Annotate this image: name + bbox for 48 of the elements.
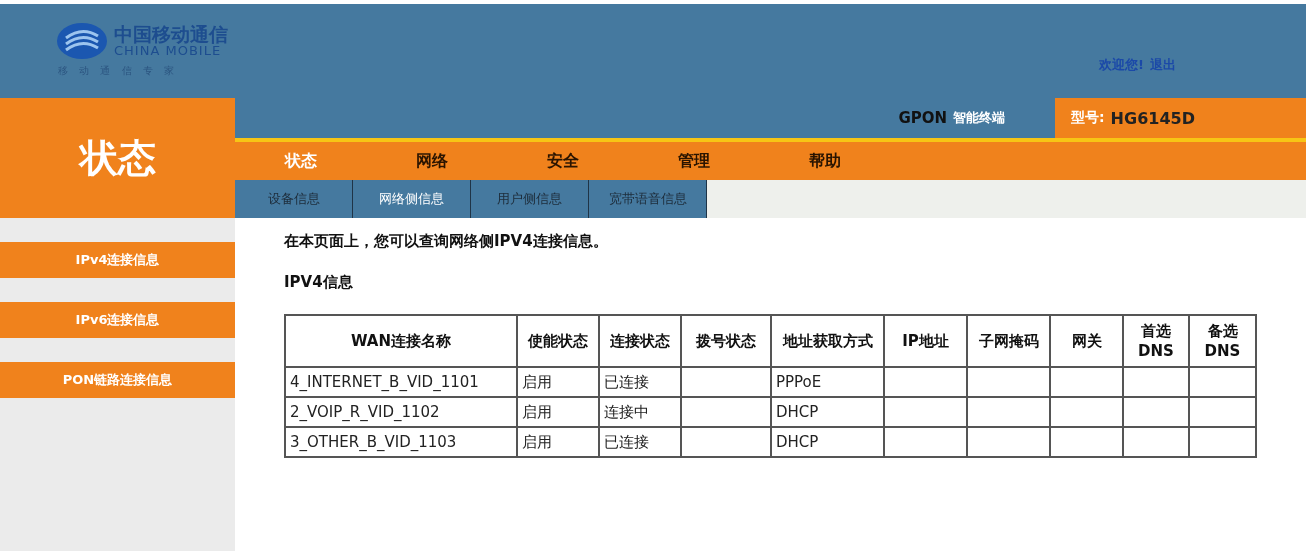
table-cell: 连接中 <box>599 397 681 427</box>
table-cell: 启用 <box>517 367 599 397</box>
nav-tab[interactable]: 管理 <box>628 142 759 180</box>
nav-tab[interactable]: 状态 <box>235 142 366 180</box>
intro-text: 在本页面上，您可以查询网络侧IPV4连接信息。 <box>284 232 609 251</box>
column-header: 地址获取方式 <box>771 315 884 367</box>
table-cell: DHCP <box>771 397 884 427</box>
table-cell <box>1123 397 1189 427</box>
sub-tab[interactable]: 宽带语音信息 <box>589 180 707 218</box>
table-cell: 已连接 <box>599 427 681 457</box>
table-cell <box>1189 367 1256 397</box>
model-label: 型号: <box>1071 109 1105 127</box>
table-cell: 启用 <box>517 427 599 457</box>
table-title: IPV4信息 <box>284 273 354 292</box>
table-cell <box>1189 427 1256 457</box>
table-cell <box>1189 397 1256 427</box>
table-cell <box>1123 427 1189 457</box>
product-type: GPON <box>898 109 947 127</box>
table-cell <box>1123 367 1189 397</box>
nav-tab[interactable]: 帮助 <box>759 142 890 180</box>
sidebar-item[interactable]: IPv6连接信息 <box>0 302 235 338</box>
column-header: 子网掩码 <box>967 315 1050 367</box>
column-header: 连接状态 <box>599 315 681 367</box>
column-header: 备选 DNS <box>1189 315 1256 367</box>
model-value: HG6145D <box>1110 108 1195 128</box>
table-cell: 3_OTHER_B_VID_1103 <box>285 427 517 457</box>
table-cell: DHCP <box>771 427 884 457</box>
table-cell: 2_VOIP_R_VID_1102 <box>285 397 517 427</box>
table-cell: 4_INTERNET_B_VID_1101 <box>285 367 517 397</box>
column-header: 拨号状态 <box>681 315 771 367</box>
sub-tab[interactable]: 网络侧信息 <box>353 180 471 218</box>
table-cell: PPPoE <box>771 367 884 397</box>
column-header: 首选 DNS <box>1123 315 1189 367</box>
table-cell: 启用 <box>517 397 599 427</box>
section-title: 状态 <box>0 98 235 218</box>
column-header: 使能状态 <box>517 315 599 367</box>
sidebar-item[interactable]: IPv4连接信息 <box>0 242 235 278</box>
sub-tab[interactable]: 用户侧信息 <box>471 180 589 218</box>
sub-tab[interactable]: 设备信息 <box>235 180 353 218</box>
table-cell: 已连接 <box>599 367 681 397</box>
column-header: 网关 <box>1050 315 1123 367</box>
nav-tab[interactable]: 安全 <box>497 142 628 180</box>
nav-tab[interactable]: 网络 <box>366 142 497 180</box>
column-header: IP地址 <box>884 315 967 367</box>
column-header: WAN连接名称 <box>285 315 517 367</box>
sidebar-item[interactable]: PON链路连接信息 <box>0 362 235 398</box>
product-type-suffix: 智能终端 <box>953 109 1005 127</box>
logo-icon <box>56 22 108 60</box>
